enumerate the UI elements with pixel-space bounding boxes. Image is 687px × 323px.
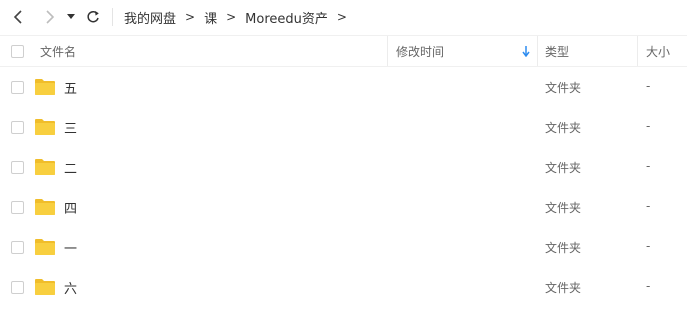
table-header: 文件名 修改时间 类型 大小 (0, 35, 687, 67)
folder-icon (35, 119, 55, 135)
file-name: 三 (64, 122, 78, 137)
breadcrumb-separator: > (185, 10, 196, 24)
column-resize-handle[interactable] (537, 36, 538, 66)
file-size: - (646, 239, 651, 253)
row-checkbox[interactable] (11, 161, 24, 174)
caret-down-icon (67, 14, 75, 19)
toolbar-divider (112, 8, 113, 26)
history-dropdown-button[interactable] (63, 7, 79, 27)
column-label-type: 类型 (545, 44, 570, 59)
row-checkbox[interactable] (11, 121, 24, 134)
file-name: 二 (64, 162, 78, 177)
select-all-cell (11, 36, 24, 66)
column-resize-handle[interactable] (387, 36, 388, 66)
folder-icon (35, 279, 55, 295)
file-type: 文件夹 (545, 281, 582, 295)
file-size: - (646, 159, 651, 173)
file-size: - (646, 79, 651, 93)
folder-icon (35, 199, 55, 215)
column-header-modified[interactable]: 修改时间 (396, 36, 536, 66)
file-name: 一 (64, 242, 78, 257)
file-name: 六 (64, 282, 78, 297)
toolbar: 我的网盘 > 课 > Moreedu资产 > (0, 0, 687, 34)
row-checkbox[interactable] (11, 81, 24, 94)
refresh-button[interactable] (83, 7, 103, 27)
table-row[interactable]: 三 文件夹 - (0, 107, 687, 147)
forward-button[interactable] (39, 7, 59, 27)
file-type: 文件夹 (545, 121, 582, 135)
back-button[interactable] (9, 7, 29, 27)
folder-icon (35, 159, 55, 175)
table-row[interactable]: 五 文件夹 - (0, 67, 687, 107)
breadcrumb-separator: > (336, 10, 347, 24)
folder-icon (35, 239, 55, 255)
breadcrumb-item-root[interactable]: 我的网盘 (124, 8, 176, 27)
column-header-size[interactable]: 大小 (646, 36, 670, 66)
file-type: 文件夹 (545, 81, 582, 95)
row-checkbox[interactable] (11, 281, 24, 294)
file-type: 文件夹 (545, 161, 582, 175)
file-type: 文件夹 (545, 241, 582, 255)
column-header-name[interactable]: 文件名 (40, 36, 76, 66)
table-row[interactable]: 二 文件夹 - (0, 147, 687, 187)
chevron-left-icon (13, 10, 22, 24)
column-label-size: 大小 (646, 44, 671, 59)
chevron-right-icon (46, 10, 55, 24)
file-name: 五 (64, 82, 78, 97)
file-manager-window: 我的网盘 > 课 > Moreedu资产 > 文件名 修改时间 类型 大小 五 … (0, 0, 687, 323)
file-size: - (646, 279, 651, 293)
breadcrumb-item-course[interactable]: 课 (204, 8, 217, 27)
row-checkbox[interactable] (11, 201, 24, 214)
breadcrumb-item-current[interactable]: Moreedu资产 (245, 8, 328, 27)
file-list: 五 文件夹 - 三 文件夹 - 二 文件夹 - 四 文件夹 - 一 文件夹 - … (0, 67, 687, 307)
column-header-type[interactable]: 类型 (545, 36, 569, 66)
column-resize-handle[interactable] (637, 36, 638, 66)
folder-icon (35, 79, 55, 95)
table-row[interactable]: 四 文件夹 - (0, 187, 687, 227)
table-row[interactable]: 六 文件夹 - (0, 267, 687, 307)
sort-desc-icon (522, 46, 530, 57)
refresh-icon (87, 10, 99, 23)
file-name: 四 (64, 202, 78, 217)
file-type: 文件夹 (545, 201, 582, 215)
select-all-checkbox[interactable] (11, 44, 24, 58)
row-checkbox[interactable] (11, 241, 24, 254)
file-size: - (646, 199, 651, 213)
breadcrumb-separator: > (226, 10, 237, 24)
breadcrumb: 我的网盘 > 课 > Moreedu资产 > (124, 0, 356, 34)
table-row[interactable]: 一 文件夹 - (0, 227, 687, 267)
column-label-name: 文件名 (40, 44, 77, 59)
column-label-modified: 修改时间 (396, 44, 445, 59)
file-size: - (646, 119, 651, 133)
